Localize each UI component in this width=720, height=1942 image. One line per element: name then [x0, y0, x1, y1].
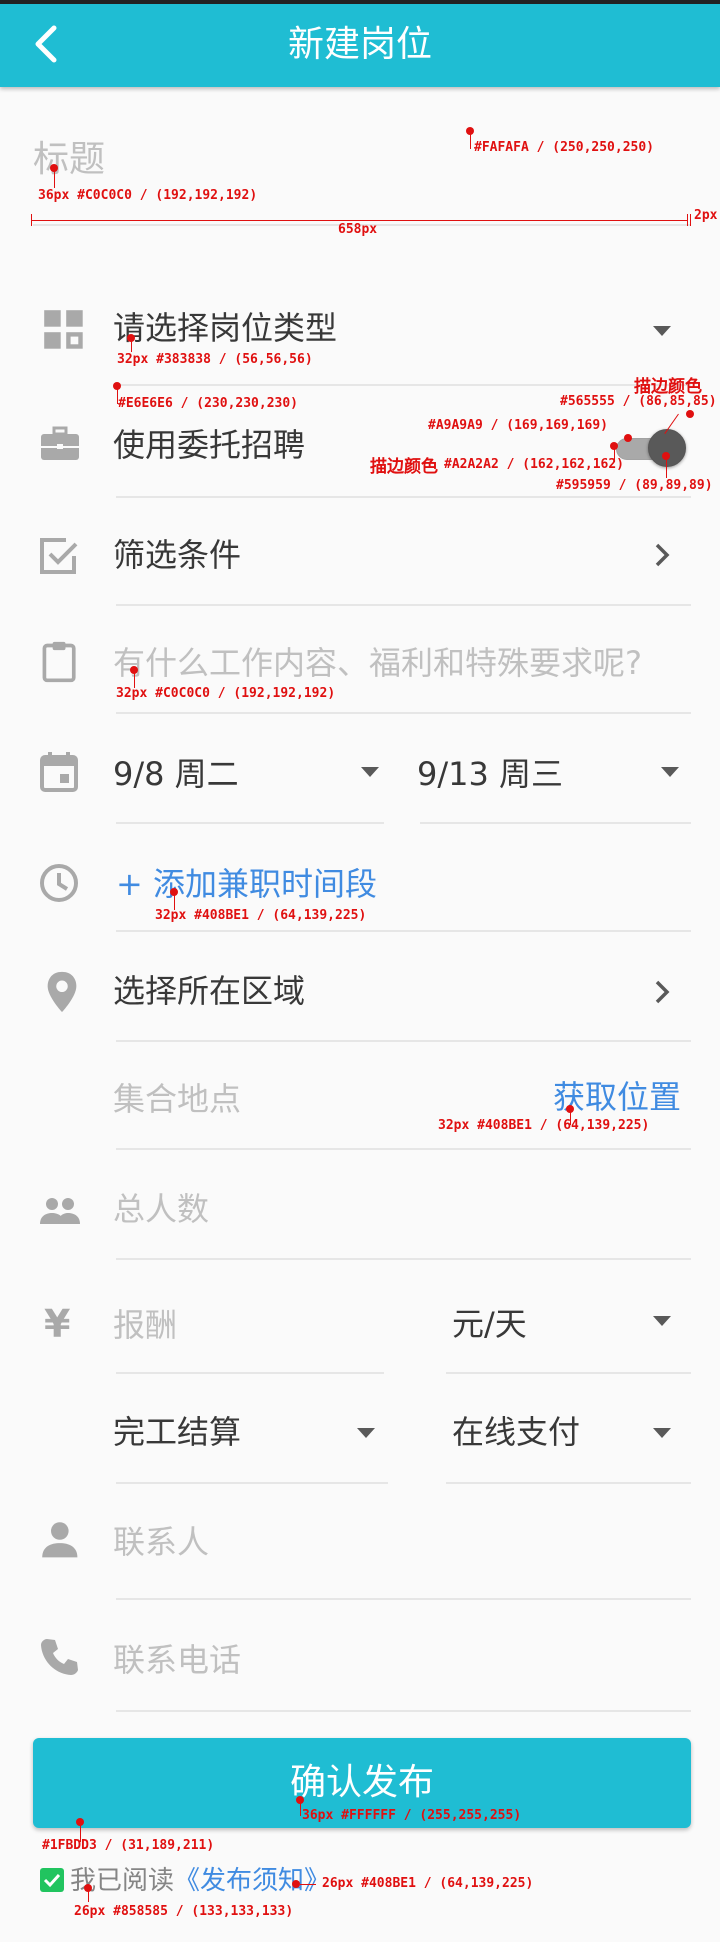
annotation-button-color: #1FBDD3 / (31,189,211) — [42, 1838, 215, 1853]
divider — [116, 1598, 691, 1600]
page-title: 新建岗位 — [287, 24, 432, 65]
clock-icon — [40, 864, 78, 902]
divider — [420, 822, 691, 824]
agreement-link[interactable]: 《发布须知》 — [174, 1866, 330, 1896]
calendar-icon — [40, 752, 78, 792]
location-pin-icon — [47, 971, 77, 1013]
annotation-title-spec: 36px #C0C0C0 / (192,192,192) — [38, 188, 258, 203]
annotation-edge-line — [690, 214, 691, 226]
meeting-point-input[interactable]: 集合地点 — [113, 1079, 241, 1119]
annotation-content-spec: 32px #C0C0C0 / (192,192,192) — [116, 686, 336, 701]
checkbox-icon — [40, 538, 78, 574]
settlement-select[interactable]: 完工结算 — [113, 1412, 241, 1452]
contact-input[interactable]: 联系人 — [113, 1522, 209, 1562]
divider — [116, 1040, 691, 1042]
divider — [116, 712, 691, 714]
chevron-down-icon[interactable] — [661, 767, 679, 777]
end-date-select[interactable]: 9/13 周三 — [417, 754, 563, 794]
briefcase-icon — [41, 426, 79, 460]
divider — [446, 1482, 691, 1484]
divider — [446, 1372, 691, 1374]
divider — [116, 1372, 384, 1374]
annotation-agree-spec: 26px #858585 / (133,133,133) — [74, 1904, 294, 1919]
pay-unit-select[interactable]: 元/天 — [452, 1304, 527, 1344]
divider — [116, 384, 691, 386]
annotation-stroke-label: 描边颜色 — [370, 457, 438, 477]
annotation-line — [470, 131, 471, 149]
divider — [116, 822, 384, 824]
annotation-divider-color: #E6E6E6 / (230,230,230) — [118, 396, 299, 411]
chevron-right-icon[interactable] — [652, 977, 672, 1007]
annotation-line — [131, 338, 132, 352]
total-people-input[interactable]: 总人数 — [113, 1189, 209, 1229]
divider — [116, 1148, 691, 1150]
annotation-track-color: #A9A9A9 / (169,169,169) — [428, 418, 609, 433]
divider — [116, 496, 691, 498]
job-type-select[interactable]: 请选择岗位类型 — [113, 308, 337, 348]
yuan-icon: ¥ — [44, 1302, 71, 1346]
person-icon — [42, 1522, 78, 1558]
phone-input[interactable]: 联系电话 — [113, 1640, 241, 1680]
dashboard-icon — [44, 310, 83, 349]
entrust-label: 使用委托招聘 — [113, 426, 306, 464]
annotation-add-time-spec: 32px #408BE1 / (64,139,225) — [155, 908, 367, 923]
content-input[interactable]: 有什么工作内容、福利和特殊要求呢? — [113, 643, 642, 683]
annotation-location-spec: 32px #408BE1 / (64,139,225) — [438, 1118, 650, 1133]
chevron-down-icon[interactable] — [357, 1428, 375, 1438]
annotation-dot — [686, 410, 694, 418]
payment-method-select[interactable]: 在线支付 — [452, 1412, 580, 1452]
annotation-thumb-color: #595959 / (89,89,89) — [556, 478, 713, 493]
chevron-down-icon[interactable] — [653, 1316, 671, 1326]
chevron-down-icon[interactable] — [361, 767, 379, 777]
filter-label[interactable]: 筛选条件 — [113, 535, 241, 575]
annotation-line — [300, 1800, 301, 1816]
chevron-down-icon[interactable] — [653, 326, 671, 336]
annotation-edge: 2px — [694, 208, 718, 223]
annotation-width-line — [31, 220, 688, 221]
pay-input[interactable]: 报酬 — [113, 1305, 177, 1345]
toggle-thumb — [648, 429, 686, 467]
agreement-text: 我已阅读《发布须知》 — [70, 1864, 330, 1898]
app-bar: 新建岗位 — [0, 0, 720, 87]
annotation-width-tick — [31, 214, 32, 226]
title-input[interactable]: 标题 — [33, 138, 105, 182]
annotation-line — [300, 1884, 316, 1885]
annotation-button-text-spec: 36px #FFFFFF / (255,255,255) — [302, 1808, 522, 1823]
status-strip — [0, 0, 720, 4]
annotation-line — [88, 1888, 89, 1902]
chevron-right-icon[interactable] — [652, 540, 672, 570]
divider — [116, 604, 691, 606]
annotation-width: 658px — [338, 222, 378, 237]
chevron-down-icon[interactable] — [653, 1428, 671, 1438]
annotation-dot — [624, 434, 632, 442]
annotation-stroke-color: #A2A2A2 / (162,162,162) — [444, 457, 625, 472]
annotation-stroke-color: #565555 / (86,85,85) — [560, 394, 717, 409]
agreement-checkbox[interactable] — [40, 1868, 64, 1892]
start-date-select[interactable]: 9/8 周二 — [113, 754, 239, 794]
annotation-bg-color: #FAFAFA / (250,250,250) — [474, 140, 655, 155]
annotation-line — [54, 168, 55, 188]
clipboard-icon — [42, 641, 76, 683]
divider — [116, 930, 691, 932]
annotation-dot — [292, 1880, 300, 1888]
annotation-line — [614, 446, 615, 462]
annotation-line — [666, 456, 667, 478]
divider — [116, 1258, 691, 1260]
divider — [116, 1482, 388, 1484]
phone-icon — [41, 1639, 78, 1675]
annotation-width-tick — [687, 214, 688, 226]
annotation-jobtype-spec: 32px #383838 / (56,56,56) — [117, 352, 313, 367]
people-icon — [40, 1198, 80, 1224]
checkmark-icon — [43, 1873, 61, 1888]
divider — [116, 1710, 691, 1712]
region-select[interactable]: 选择所在区域 — [113, 971, 305, 1011]
add-time-button[interactable]: + 添加兼职时间段 — [116, 864, 377, 904]
annotation-link-spec: 26px #408BE1 / (64,139,225) — [322, 1876, 534, 1891]
